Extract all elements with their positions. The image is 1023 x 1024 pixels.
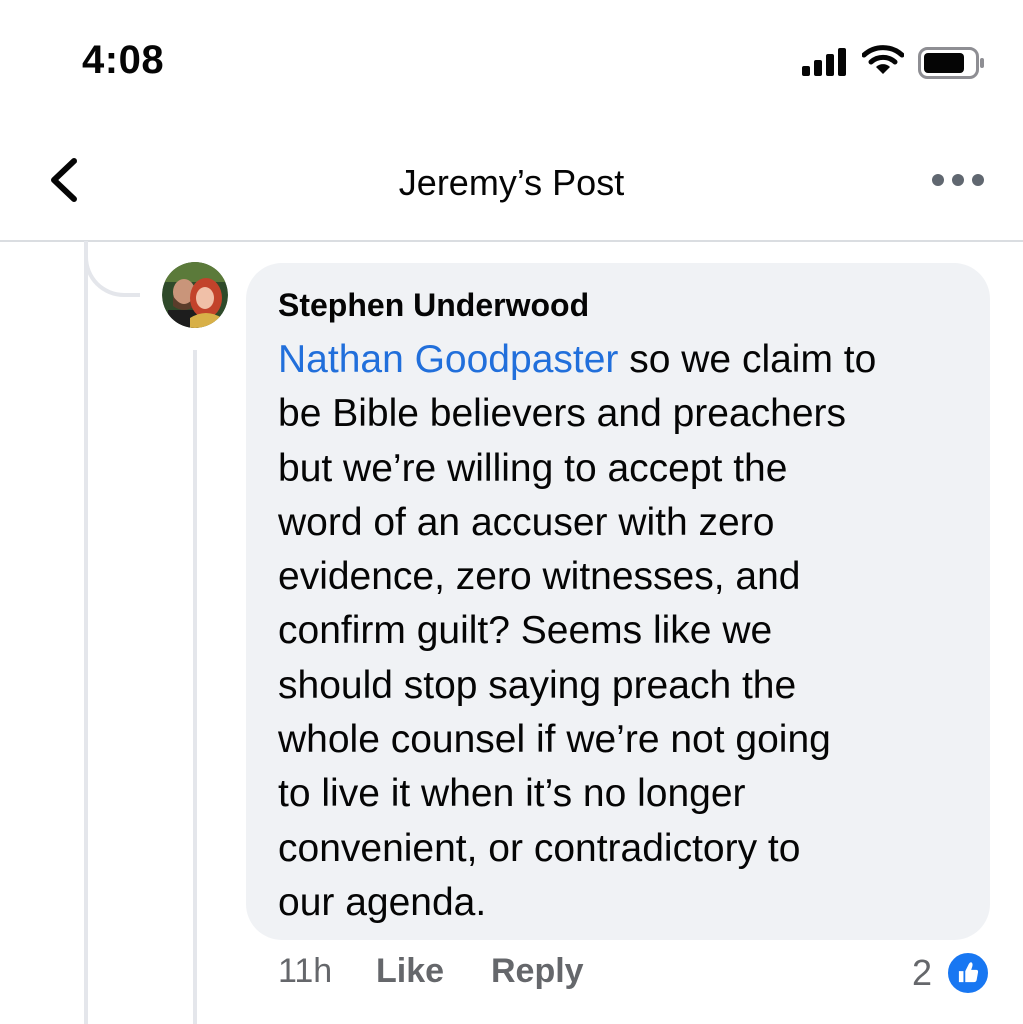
like-button[interactable]: Like xyxy=(376,952,444,991)
thread-branch-curve xyxy=(84,241,140,297)
comment-line: confirm guilt? Seems like we xyxy=(278,609,773,653)
comment-line: word of an accuser with zero xyxy=(278,500,775,544)
thread-line-outer xyxy=(84,241,88,1024)
status-time: 4:08 xyxy=(82,38,165,82)
comment-line: to live it when it’s no longer xyxy=(278,772,746,816)
mention-link[interactable]: Nathan Goodpaster xyxy=(278,338,618,381)
thread-line-inner xyxy=(193,350,197,1024)
comment-line: whole counsel if we’re not going xyxy=(278,718,831,762)
avatar[interactable] xyxy=(162,262,228,328)
thumbs-up-icon[interactable] xyxy=(946,951,990,995)
status-bar: 4:08 xyxy=(0,0,1023,120)
page-title: Jeremy’s Post xyxy=(398,162,625,203)
comment-line: evidence, zero witnesses, and xyxy=(278,555,801,599)
more-options-icon[interactable] xyxy=(930,168,986,192)
comment-line: but we’re willing to accept the xyxy=(278,446,788,490)
comment-line: convenient, or contradictory to xyxy=(278,826,801,870)
comment-line: our agenda. xyxy=(278,880,487,924)
comment-author[interactable]: Stephen Underwood xyxy=(278,285,960,325)
cellular-signal-icon xyxy=(802,48,846,76)
reply-button[interactable]: Reply xyxy=(491,952,584,991)
comment-timestamp[interactable]: 11h xyxy=(278,952,332,991)
comment-body: Nathan Goodpaster so we claim to be Bibl… xyxy=(278,333,960,930)
comment-line: should stop saying preach the xyxy=(278,663,797,707)
comment-line: Nathan Goodpaster so we claim to xyxy=(278,333,960,387)
post-header: Jeremy’s Post xyxy=(0,120,1023,242)
comment-line: be Bible believers and preachers xyxy=(278,392,847,436)
battery-icon xyxy=(918,47,984,79)
comment-line-text: so we claim to xyxy=(618,338,877,381)
reaction-count[interactable]: 2 xyxy=(912,952,932,994)
comment-bubble[interactable]: Stephen Underwood Nathan Goodpaster so w… xyxy=(246,263,990,940)
wifi-icon xyxy=(862,45,904,74)
